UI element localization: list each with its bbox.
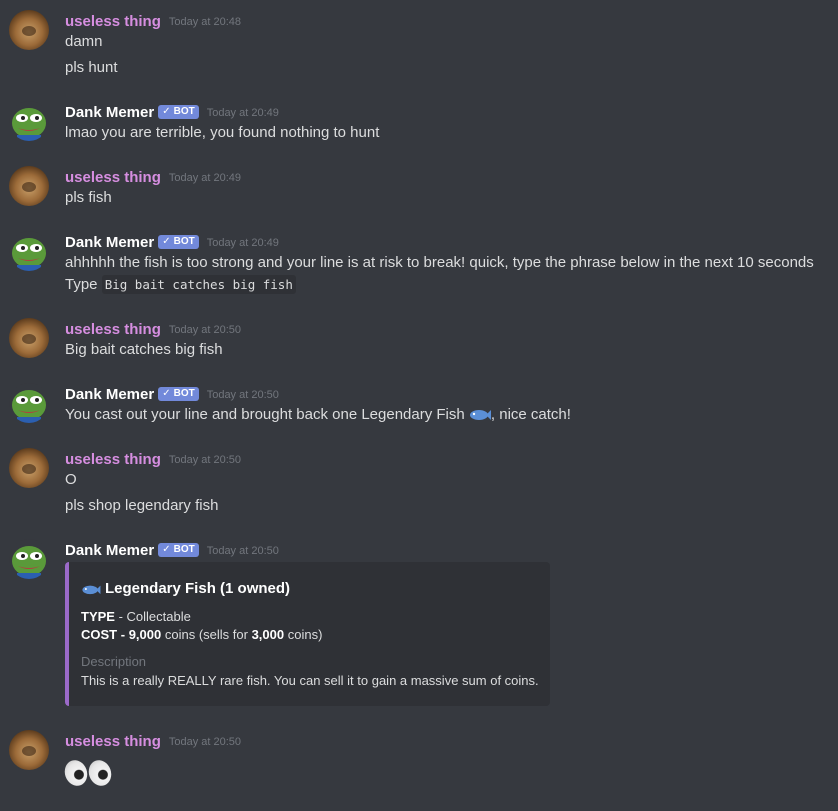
bot-badge-label: BOT	[173, 236, 195, 247]
eyes-emoji-icon	[61, 757, 115, 789]
message-text: Type Big bait catches big fish	[65, 274, 296, 296]
fish-emoji-icon	[469, 410, 491, 420]
timestamp: Today at 20:49	[168, 172, 242, 184]
message-text: pls fish	[65, 189, 112, 206]
bot-avatar[interactable]	[9, 101, 49, 141]
message-text: lmao you are terrible, you found nothing…	[65, 124, 380, 141]
bot-avatar[interactable]	[9, 383, 49, 423]
description-label: Description	[81, 654, 147, 669]
author-name[interactable]: useless thing	[65, 13, 161, 30]
cost-label: COST -	[81, 627, 126, 642]
user-avatar[interactable]	[9, 730, 49, 770]
catch-text: You cast out your line and brought back …	[65, 406, 465, 423]
author-name[interactable]: useless thing	[65, 733, 161, 750]
embed-type-row: TYPE - Collectable	[81, 609, 191, 624]
shop-embed: Legendary Fish (1 owned) TYPE - Collecta…	[65, 562, 550, 706]
message-text: pls shop legendary fish	[65, 497, 219, 514]
eye-left	[61, 757, 91, 789]
timestamp: Today at 20:50	[168, 324, 242, 336]
type-value: - Collectable	[118, 609, 191, 624]
timestamp: Today at 20:50	[206, 389, 279, 401]
message-text: pls hunt	[65, 59, 118, 76]
embed-cost-row: COST - 9,000 coins (sells for 3,000 coin…	[81, 627, 322, 642]
pepe-avatar-icon	[12, 390, 46, 423]
pepe-avatar-icon	[12, 238, 46, 271]
cost-end: coins)	[287, 627, 323, 642]
message-text: damn	[65, 33, 103, 50]
inline-code: Big bait catches big fish	[101, 275, 296, 294]
bot-avatar[interactable]	[9, 539, 49, 579]
catch-text-end: , nice catch!	[490, 406, 571, 423]
fish-emoji-icon	[82, 585, 101, 594]
checkmark-icon: ✓	[162, 236, 171, 247]
author-name[interactable]: Dank Memer	[65, 234, 154, 251]
message-text: You cast out your line and brought back …	[65, 404, 571, 426]
author-name[interactable]: Dank Memer	[65, 542, 154, 559]
bot-badge: ✓ BOT	[158, 387, 199, 401]
bot-badge-label: BOT	[173, 388, 195, 399]
bot-badge-label: BOT	[173, 544, 195, 555]
type-label: TYPE	[81, 609, 115, 624]
timestamp: Today at 20:49	[206, 107, 279, 119]
pepe-avatar-icon	[12, 546, 46, 579]
eye-right	[85, 757, 115, 789]
message-text: O	[65, 471, 77, 488]
cost-value: 9,000	[128, 627, 162, 642]
author-name[interactable]: useless thing	[65, 169, 161, 186]
timestamp: Today at 20:49	[206, 237, 279, 249]
pepe-avatar-icon	[12, 108, 46, 141]
author-name[interactable]: useless thing	[65, 451, 161, 468]
bot-avatar[interactable]	[9, 231, 49, 271]
message-text: ahhhhh the fish is too strong and your l…	[65, 254, 814, 271]
bot-badge: ✓ BOT	[158, 105, 199, 119]
message-text: Big bait catches big fish	[65, 341, 223, 358]
bot-badge: ✓ BOT	[158, 543, 199, 557]
checkmark-icon: ✓	[162, 106, 171, 117]
timestamp: Today at 20:50	[168, 736, 242, 748]
timestamp: Today at 20:48	[168, 16, 242, 28]
author-name[interactable]: Dank Memer	[65, 386, 154, 403]
author-name[interactable]: Dank Memer	[65, 104, 154, 121]
bot-badge-label: BOT	[173, 106, 195, 117]
user-avatar[interactable]	[9, 166, 49, 206]
sell-value: 3,000	[251, 627, 285, 642]
user-avatar[interactable]	[9, 448, 49, 488]
description-text: This is a really REALLY rare fish. You c…	[81, 673, 539, 688]
checkmark-icon: ✓	[162, 388, 171, 399]
timestamp: Today at 20:50	[168, 454, 242, 466]
checkmark-icon: ✓	[162, 544, 171, 555]
cost-mid: coins (sells for	[164, 627, 248, 642]
author-name[interactable]: useless thing	[65, 321, 161, 338]
type-prefix: Type	[65, 276, 98, 293]
user-avatar[interactable]	[9, 10, 49, 50]
user-avatar[interactable]	[9, 318, 49, 358]
timestamp: Today at 20:50	[206, 545, 279, 557]
bot-badge: ✓ BOT	[158, 235, 199, 249]
embed-title: Legendary Fish (1 owned)	[81, 580, 290, 597]
embed-title-text: Legendary Fish (1 owned)	[105, 580, 291, 597]
